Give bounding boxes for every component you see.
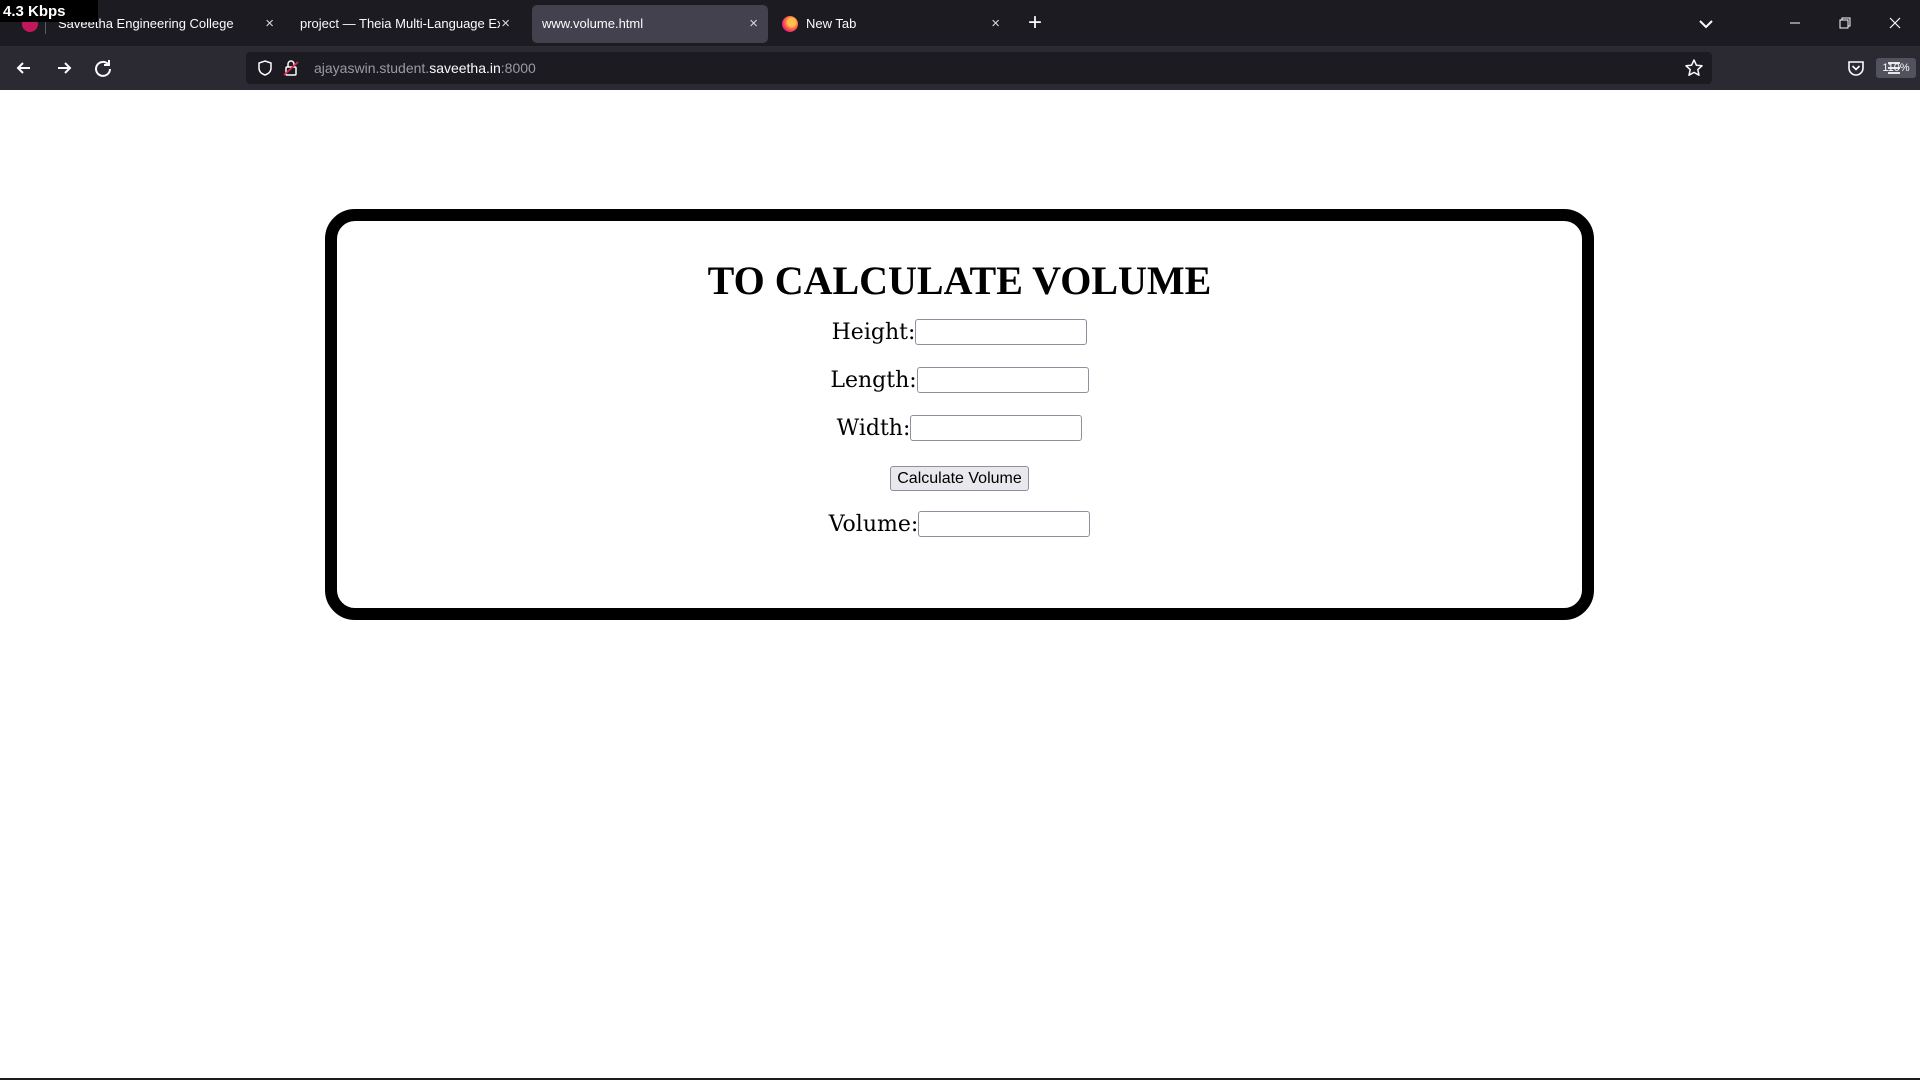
url-bar[interactable]: ajayaswin.student.saveetha.in:8000 110% — [246, 52, 1916, 84]
minimize-icon[interactable] — [1770, 0, 1820, 46]
button-row: Calculate Volume — [337, 466, 1582, 491]
close-tab-icon[interactable]: × — [265, 5, 274, 43]
length-row: Length: — [337, 367, 1582, 393]
close-window-icon[interactable] — [1870, 0, 1920, 46]
width-input[interactable] — [910, 415, 1083, 441]
hamburger-menu-icon[interactable] — [1880, 54, 1908, 82]
url-prefix: ajayaswin.student. — [314, 60, 430, 76]
url-host: saveetha.in — [429, 60, 501, 76]
forward-icon[interactable] — [50, 54, 78, 82]
width-label: Width: — [836, 415, 911, 441]
restore-icon[interactable] — [1820, 0, 1870, 46]
close-tab-icon[interactable]: × — [501, 5, 510, 43]
close-tab-icon[interactable]: × — [991, 5, 1000, 43]
list-all-tabs-icon[interactable] — [1692, 10, 1720, 38]
reload-icon[interactable] — [89, 54, 117, 82]
navigation-toolbar: ajayaswin.student.saveetha.in:8000 110% — [0, 46, 1920, 90]
pocket-icon[interactable] — [1842, 54, 1870, 82]
volume-form-card: TO CALCULATE VOLUME Height: Length: Widt… — [325, 209, 1594, 620]
width-row: Width: — [337, 415, 1582, 441]
close-tab-icon[interactable]: × — [749, 5, 758, 43]
shield-icon[interactable] — [256, 59, 274, 77]
tab-new-tab[interactable]: New Tab × — [774, 5, 1010, 43]
tab-title: New Tab — [806, 16, 857, 31]
height-label: Height: — [831, 319, 916, 345]
length-label: Length: — [830, 367, 917, 393]
volume-output[interactable] — [918, 511, 1091, 537]
tab-title: project — Theia Multi-Language Exam — [300, 16, 500, 31]
length-input[interactable] — [916, 367, 1089, 393]
network-speed-overlay: 4.3 Kbps — [0, 0, 98, 22]
tab-project[interactable]: project — Theia Multi-Language Exam × — [290, 5, 520, 43]
back-icon[interactable] — [10, 54, 38, 82]
tab-strip: Saveetha Engineering College × project —… — [0, 0, 1920, 46]
volume-label: Volume: — [828, 511, 919, 537]
bookmark-star-icon[interactable] — [1684, 58, 1704, 78]
insecure-lock-icon[interactable] — [282, 59, 300, 77]
tab-volume[interactable]: www.volume.html × — [532, 5, 768, 43]
firefox-icon — [782, 16, 798, 32]
url-port: :8000 — [500, 60, 536, 76]
tab-title: www.volume.html — [542, 16, 644, 31]
new-tab-button[interactable]: + — [1020, 8, 1050, 38]
page-title: TO CALCULATE VOLUME — [707, 258, 1212, 303]
url-text[interactable]: ajayaswin.student.saveetha.in:8000 — [314, 52, 536, 84]
volume-row: Volume: — [337, 511, 1582, 537]
height-input[interactable] — [915, 319, 1088, 345]
height-row: Height: — [337, 319, 1582, 345]
page-content: TO CALCULATE VOLUME Height: Length: Widt… — [0, 90, 1920, 1078]
calculate-volume-button[interactable]: Calculate Volume — [890, 466, 1029, 491]
